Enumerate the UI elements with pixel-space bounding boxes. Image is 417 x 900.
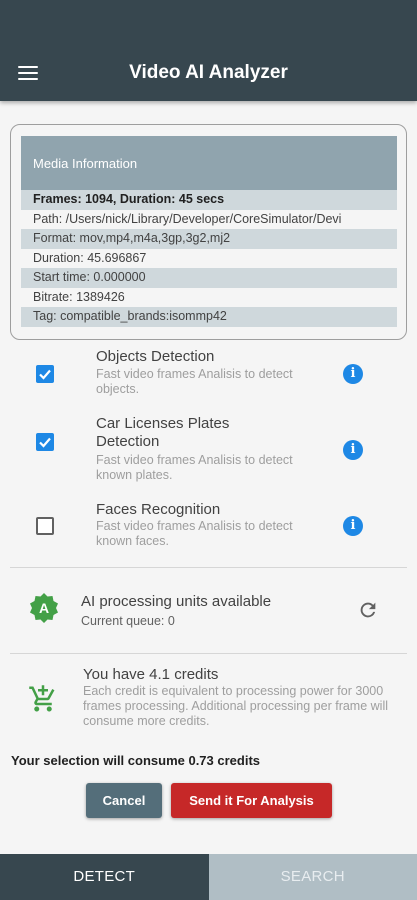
media-info-row: Format: mov,mp4,m4a,3gp,3g2,mj2 — [21, 229, 397, 249]
media-info-row: Tag: compatible_brands:isommp42 — [21, 307, 397, 327]
ai-queue-status: Current queue: 0 — [81, 614, 175, 628]
consume-summary: Your selection will consume 0.73 credits — [11, 753, 261, 768]
option-description: Fast video frames Analisis to detect kno… — [96, 453, 293, 482]
tab-search[interactable]: SEARCH — [208, 854, 417, 900]
option-title: Objects Detection — [96, 348, 215, 365]
media-info-table[interactable]: Media Information Frames: 1094, Duration… — [21, 136, 397, 333]
media-info-card: Media Information Frames: 1094, Duration… — [10, 124, 407, 340]
media-info-row: Path: /Users/nick/Library/Developer/Core… — [33, 211, 342, 226]
info-icon[interactable]: i — [343, 516, 363, 536]
info-icon[interactable]: i — [343, 440, 363, 460]
svg-text:A: A — [39, 600, 49, 616]
ai-badge-icon: A — [30, 593, 58, 623]
media-info-row: Duration: 45.696867 — [33, 250, 147, 265]
refresh-icon[interactable] — [357, 599, 379, 621]
credits-title: You have 4.1 credits — [83, 666, 219, 683]
car-plates-checkbox[interactable] — [36, 433, 54, 451]
ai-units-title: AI processing units available — [81, 593, 272, 610]
credits-description: Each credit is equivalent to processing … — [83, 684, 388, 728]
tab-detect[interactable]: DETECT — [0, 854, 209, 900]
app-title: Video AI Analyzer — [129, 62, 288, 83]
option-description: Fast video frames Analisis to detect obj… — [96, 367, 293, 396]
add-shopping-cart-icon[interactable] — [28, 684, 58, 714]
media-info-row: Frames: 1094, Duration: 45 secs — [21, 190, 397, 210]
objects-detection-checkbox[interactable] — [36, 365, 54, 383]
bottom-navigation: DETECT SEARCH — [0, 854, 417, 900]
cancel-button[interactable]: Cancel — [86, 783, 162, 818]
divider — [10, 567, 407, 568]
media-info-row: Bitrate: 1389426 — [33, 289, 125, 304]
app-bar: Video AI Analyzer — [0, 0, 417, 101]
option-title: Faces Recognition — [96, 501, 221, 518]
option-title: Car Licenses Plates Detection — [96, 415, 230, 450]
media-info-header: Media Information — [21, 136, 397, 190]
info-icon[interactable]: i — [343, 364, 363, 384]
faces-recognition-checkbox[interactable] — [36, 517, 54, 535]
send-for-analysis-button[interactable]: Send it For Analysis — [171, 783, 332, 818]
media-info-row: Start time: 0.000000 — [21, 268, 397, 288]
divider — [10, 653, 407, 654]
option-description: Fast video frames Analisis to detect kno… — [96, 519, 293, 548]
